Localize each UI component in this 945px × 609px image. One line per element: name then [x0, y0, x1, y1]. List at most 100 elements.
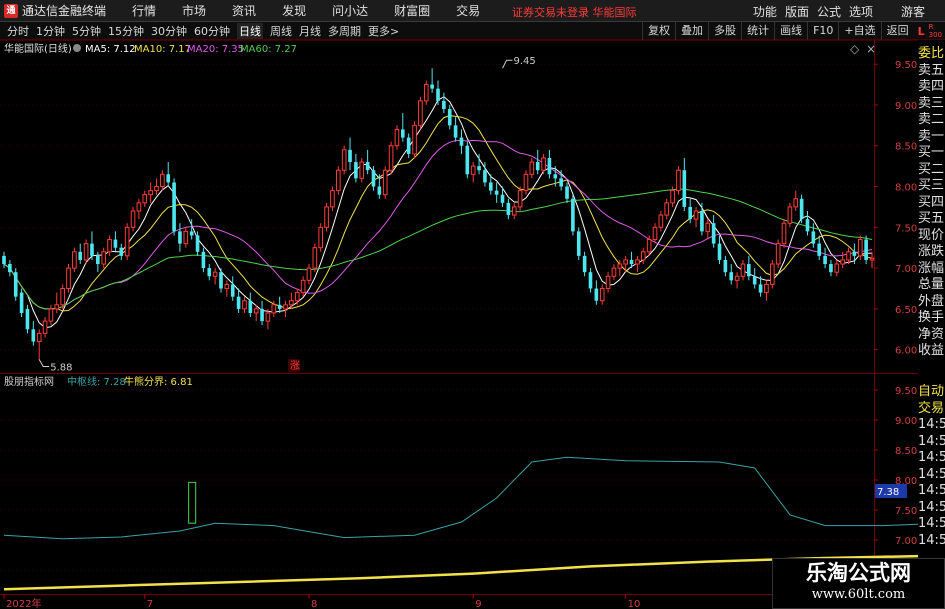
candle-body	[124, 226, 130, 257]
candle-body	[769, 263, 775, 285]
candle-body	[781, 222, 787, 245]
main-panel-title: 华能国际(日线)	[4, 42, 72, 55]
sidebar-sub-item: 14:56	[918, 466, 945, 482]
candle-body	[617, 263, 623, 269]
btn-stats[interactable]: 统计	[741, 22, 774, 40]
menu-markets[interactable]: 市场	[182, 2, 206, 19]
menu-market[interactable]: 行情	[132, 2, 156, 19]
tf-multi[interactable]: 多周期	[328, 23, 361, 39]
tf-1min[interactable]: 1分钟	[36, 23, 65, 39]
candle-body	[588, 272, 593, 289]
y-tick-label: 8.50	[895, 142, 917, 153]
y-tick-label: 7.00	[895, 264, 917, 275]
btn-back[interactable]: 返回	[880, 22, 914, 40]
candle-body	[136, 202, 142, 212]
menu-formula[interactable]: 公式	[817, 3, 841, 20]
candle-body	[31, 329, 36, 342]
candle-body	[359, 161, 365, 179]
btn-draw[interactable]: 画线	[774, 22, 807, 40]
r-indicator: R 300	[929, 23, 945, 39]
candle-body	[54, 304, 60, 310]
candle-body	[599, 288, 605, 302]
candle-body	[42, 320, 48, 334]
btn-adjust[interactable]: 复权	[642, 22, 675, 40]
tf-monthly[interactable]: 月线	[299, 23, 321, 39]
tf-60min[interactable]: 60分钟	[194, 23, 230, 39]
diamond-icon[interactable]: ◇	[850, 42, 860, 56]
login-warning: 证券交易未登录 华能国际	[512, 6, 637, 19]
candle-body	[142, 194, 148, 204]
candle-body	[324, 206, 329, 228]
sidebar-item: 买一	[918, 145, 945, 160]
candle-body	[700, 211, 704, 232]
candle-body	[8, 264, 12, 273]
y-tick-label: 7.50	[895, 506, 917, 517]
tf-15min[interactable]: 15分钟	[108, 23, 144, 39]
candle-body	[335, 169, 341, 192]
btn-overlay[interactable]: 叠加	[675, 22, 708, 40]
menu-trade[interactable]: 交易	[456, 2, 480, 19]
candle-body	[189, 231, 194, 236]
chart-canvas[interactable]: 9.50 9.00 8.50 8.00 7.50 7.00 6.50 6.00 9.50 9.00…	[0, 40, 918, 609]
ma10-label: MA10: 7.17	[134, 44, 191, 55]
sidebar-item: 委比	[918, 46, 945, 61]
bull-bear-label: 牛熊分界: 6.81	[124, 375, 193, 388]
candle-body	[371, 170, 376, 187]
candle-body	[535, 162, 540, 171]
candle-body	[388, 145, 394, 171]
btn-f10[interactable]: F10	[807, 22, 838, 40]
sidebar-sub-item: 14:56	[918, 499, 945, 515]
candle-body	[823, 255, 827, 265]
tf-more[interactable]: 更多>	[368, 23, 399, 39]
sidebar-sub-item[interactable]: 自动	[918, 384, 945, 401]
app-title: 通达信金融终端	[22, 4, 107, 18]
y-tick-label: 7.00	[895, 536, 917, 547]
menu-ask[interactable]: 问小达	[332, 2, 368, 19]
tf-30min[interactable]: 30分钟	[151, 23, 187, 39]
low-price-label: 5.88	[50, 362, 72, 373]
tf-daily[interactable]: 日线	[237, 22, 263, 39]
toolbar-right: 复权 叠加 多股 统计 画线 F10 +自选 返回 L R 300	[642, 22, 945, 40]
candle-body	[529, 161, 535, 175]
candle-body	[829, 264, 833, 273]
sidebar-sub-item: 14:56	[918, 433, 945, 449]
sidebar-sub-item: 14:56	[918, 417, 945, 432]
btn-multi-stock[interactable]: 多股	[708, 22, 741, 40]
sidebar-sub-item: 14:56	[918, 532, 945, 548]
candle-body	[734, 275, 740, 281]
menu-function[interactable]: 功能	[753, 3, 777, 20]
x-tick-label: 8	[311, 599, 317, 609]
candle-body	[565, 186, 569, 199]
menu-options[interactable]: 选项	[849, 3, 873, 20]
r-label: R	[928, 23, 934, 31]
close-icon[interactable]: ×	[866, 42, 876, 56]
candle-body	[78, 251, 83, 260]
sidebar-sub-item: 14:56	[918, 450, 945, 465]
candle-body	[453, 125, 458, 138]
candle-body	[207, 268, 212, 277]
sidebar-item: 买二	[918, 161, 945, 177]
tf-5min[interactable]: 5分钟	[72, 23, 101, 39]
menu-wealth[interactable]: 财富圈	[394, 2, 430, 19]
candle-body	[442, 100, 446, 110]
tf-tick[interactable]: 分时	[7, 23, 29, 39]
candle-body	[705, 222, 711, 232]
settings-circle-icon[interactable]	[73, 44, 81, 52]
candle-body	[400, 129, 405, 138]
candle-body	[36, 332, 42, 343]
btn-add-watch[interactable]: +自选	[838, 22, 880, 40]
menu-news[interactable]: 资讯	[232, 2, 256, 19]
candle-body	[840, 259, 845, 265]
candle-body	[354, 162, 358, 179]
tf-weekly[interactable]: 周线	[270, 23, 292, 39]
guest-user[interactable]: 游客	[901, 3, 925, 20]
y-tick-label: 9.50	[895, 60, 917, 71]
sidebar-item: 涨幅	[918, 260, 945, 276]
menu-discover[interactable]: 发现	[282, 2, 306, 19]
sidebar-sub-item[interactable]: 交易	[918, 401, 945, 418]
watermark: 乐淘公式网 www.60lt.com	[772, 558, 945, 609]
menu-layout[interactable]: 版面	[785, 3, 809, 20]
candle-body	[470, 165, 476, 175]
x-tick-label: 9	[475, 599, 481, 609]
candle-body	[483, 170, 487, 183]
